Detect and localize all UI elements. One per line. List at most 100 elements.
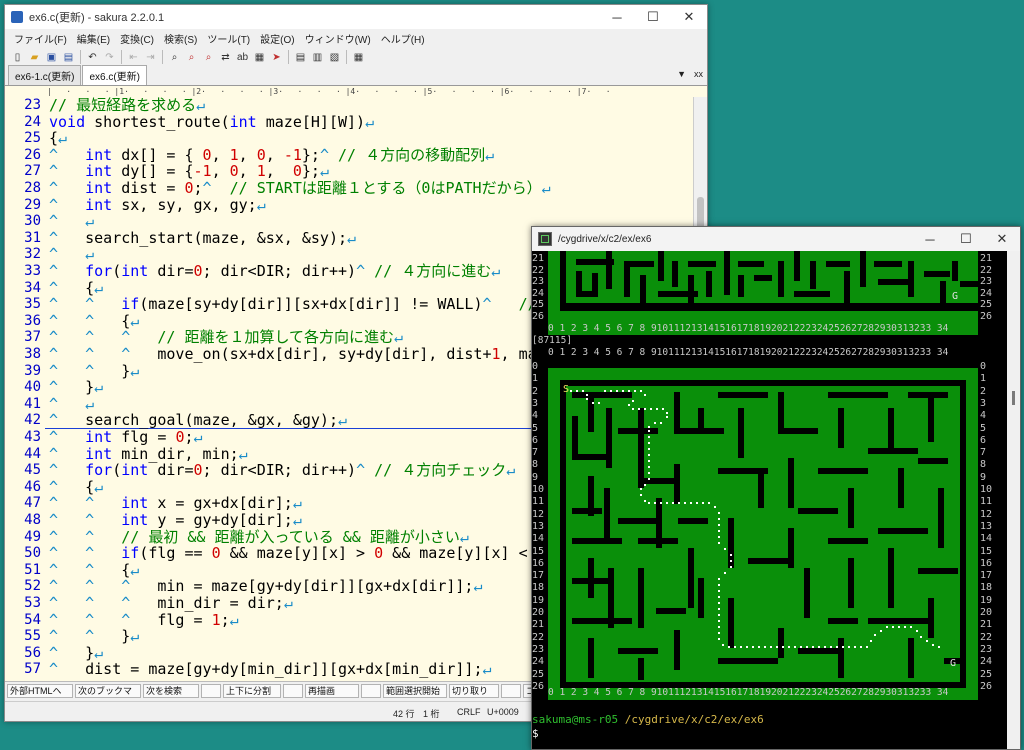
tab-bar: ex6-1.c(更新) ex6.c(更新) ▼ xx — [5, 65, 707, 86]
code-text: ^ ^ ^ min = maze[gy+dy[dir]][gx+dx[dir]]… — [49, 578, 482, 595]
route-dot — [718, 518, 720, 520]
terminal-titlebar[interactable]: /cygdrive/x/c2/ex/ex6 ─ ☐ ✕ — [532, 227, 1020, 251]
function-key-button[interactable]: 再描画 — [305, 684, 359, 698]
code-token: sx, sy, gx, gy; — [112, 195, 257, 214]
code-token: { — [121, 560, 131, 579]
redo-icon[interactable]: ↷ — [102, 50, 117, 65]
find-prev-icon[interactable]: ⌕ — [184, 50, 199, 65]
code-token: // 最初 && 距離が入っている && 距離が小さい — [121, 527, 460, 546]
code-token: ^ ^ — [49, 627, 122, 646]
route-dot — [592, 402, 594, 404]
terminal-scrollbar[interactable] — [1007, 251, 1020, 749]
code-token: ↵ — [319, 162, 329, 181]
route-dot — [898, 626, 900, 628]
maze-row-label: 22 — [980, 264, 993, 276]
code-token: }; — [301, 162, 320, 181]
function-key-button[interactable]: 次を検索 — [143, 684, 199, 698]
find-bracket-icon[interactable]: ab — [235, 50, 250, 65]
route-dot — [660, 422, 662, 424]
maze-passage — [572, 578, 612, 584]
column-header-top: 0 1 2 3 4 5 6 7 8 9101112131415161718192… — [548, 323, 949, 334]
code-token: int — [85, 195, 113, 214]
tab-list-dropdown-icon[interactable]: ▼ — [677, 69, 686, 79]
open-folder-icon[interactable]: ▰ — [27, 50, 42, 65]
tab-ex6-1[interactable]: ex6-1.c(更新) — [8, 65, 82, 85]
menu-window[interactable]: ウィンドウ(W) — [300, 31, 376, 46]
maximize-button[interactable]: ☐ — [948, 227, 984, 251]
jump-back-icon[interactable]: ⇤ — [126, 50, 141, 65]
undo-icon[interactable]: ↶ — [85, 50, 100, 65]
menu-file[interactable]: ファイル(F) — [9, 31, 72, 46]
function-key-button[interactable]: 範囲選択開始 — [383, 684, 447, 698]
function-key-button[interactable] — [283, 684, 303, 698]
maze-passage — [888, 408, 894, 448]
maze-passage — [658, 251, 664, 281]
code-token: ^ — [319, 145, 338, 164]
line-number: 51 — [24, 561, 41, 578]
route-dot — [644, 484, 646, 486]
close-button[interactable]: ✕ — [984, 227, 1020, 251]
print-preview-icon[interactable]: ▥ — [310, 50, 325, 65]
tab-ex6[interactable]: ex6.c(更新) — [82, 65, 148, 85]
function-key-button[interactable]: 上下に分割 — [223, 684, 281, 698]
code-token: (flg == — [139, 544, 212, 563]
function-key-button[interactable] — [501, 684, 521, 698]
code-token: 0 — [184, 179, 194, 197]
tag-jump-icon[interactable]: ➤ — [269, 50, 284, 65]
menu-tools[interactable]: ツール(T) — [202, 31, 255, 46]
start-marker: S — [563, 384, 570, 395]
close-button[interactable]: ✕ — [671, 5, 707, 29]
menu-edit[interactable]: 編集(E) — [72, 31, 115, 46]
function-key-button[interactable]: 次のブックマ — [75, 684, 141, 698]
save-all-icon[interactable]: ▤ — [61, 50, 76, 65]
menu-search[interactable]: 検索(S) — [159, 31, 202, 46]
terminal-scrollbar-thumb[interactable] — [1012, 391, 1015, 405]
code-token: int — [121, 262, 149, 280]
code-token: { — [85, 477, 95, 496]
menu-settings[interactable]: 設定(O) — [255, 31, 299, 46]
route-dot — [666, 412, 668, 414]
code-token: dist = — [112, 179, 185, 197]
print-icon[interactable]: ▤ — [293, 50, 308, 65]
new-file-icon[interactable]: ▯ — [10, 50, 25, 65]
settings-icon[interactable]: ▦ — [351, 50, 366, 65]
grep-icon[interactable]: ▦ — [252, 50, 267, 65]
find-next-icon[interactable]: ⌕ — [201, 50, 216, 65]
code-token: ; — [193, 179, 203, 197]
code-token: ^ ^ — [49, 295, 122, 314]
maze-passage — [810, 261, 816, 289]
replace-icon[interactable]: ⇄ — [218, 50, 233, 65]
code-text: ^ int dx[] = { 0, 1, 0, -1};^ // ４方向の移動配… — [49, 145, 494, 164]
route-dot — [860, 646, 862, 648]
minimize-button[interactable]: ─ — [912, 227, 948, 251]
line-number: 31 — [24, 229, 41, 246]
step-counter: [87115] — [532, 335, 573, 346]
route-dot — [702, 502, 704, 504]
menu-convert[interactable]: 変換(C) — [115, 31, 159, 46]
function-key-button[interactable] — [361, 684, 381, 698]
menu-help[interactable]: ヘルプ(H) — [376, 31, 430, 46]
find-icon[interactable]: ⌕ — [167, 50, 182, 65]
maximize-button[interactable]: ☐ — [635, 5, 671, 29]
maze-passage — [908, 638, 914, 678]
code-text: ^ ↵ — [49, 246, 94, 263]
jump-forward-icon[interactable]: ⇥ — [143, 50, 158, 65]
function-key-button[interactable]: 外部HTMLヘ — [7, 684, 73, 698]
toolbar-separator — [288, 50, 289, 64]
tab-close-icon[interactable]: xx — [694, 69, 703, 79]
code-token: ^ — [49, 660, 86, 679]
save-icon[interactable]: ▣ — [44, 50, 59, 65]
minimize-button[interactable]: ─ — [599, 5, 635, 29]
function-key-button[interactable]: 切り取り — [449, 684, 499, 698]
terminal-screen[interactable]: G 0 1 2 3 4 5 6 7 8 91011121314151617181… — [532, 251, 1007, 749]
code-text: ^ int flg = 0;↵ — [49, 429, 203, 446]
maze-passage — [778, 628, 784, 658]
code-token: 1 — [211, 610, 221, 629]
code-token: -1 — [283, 145, 302, 164]
maze-passage — [788, 458, 794, 508]
function-key-button[interactable] — [201, 684, 221, 698]
editor-titlebar[interactable]: ex6.c(更新) - sakura 2.2.0.1 ─ ☐ ✕ — [5, 5, 707, 29]
maze-passage — [738, 275, 744, 297]
page-setup-icon[interactable]: ▧ — [327, 50, 342, 65]
maze-row-label: 8 — [532, 459, 539, 471]
